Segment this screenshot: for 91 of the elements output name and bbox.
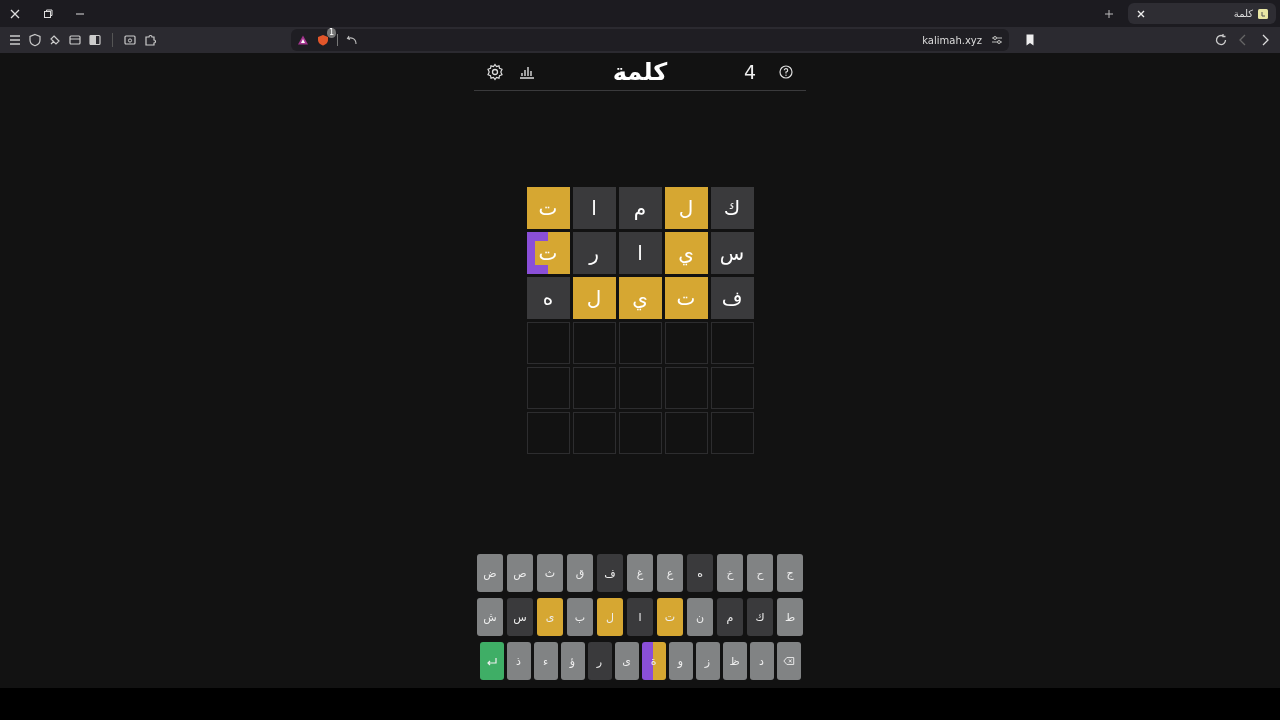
letter-key[interactable]: ب — [566, 598, 594, 636]
letter-key[interactable]: ث — [536, 554, 564, 592]
empty-tile — [664, 412, 708, 454]
letter-tile: ا — [572, 187, 616, 229]
screenshot-icon[interactable] — [123, 33, 137, 47]
letter-tile: ا — [618, 232, 662, 274]
address-bar[interactable]: 1 kalimah.xyz — [291, 29, 1009, 51]
letter-tile: ت — [664, 277, 708, 319]
backspace-icon — [782, 655, 795, 667]
letter-key[interactable]: ن — [686, 598, 714, 636]
letter-tile: ي — [664, 232, 708, 274]
letter-tile: ي — [618, 277, 662, 319]
letter-tile: س — [710, 232, 754, 274]
url-text: kalimah.xyz — [922, 34, 982, 46]
empty-tile — [710, 367, 754, 409]
shield-icon[interactable] — [28, 33, 42, 47]
letter-key[interactable]: خ — [716, 554, 744, 592]
letter-key[interactable]: ة — [641, 642, 666, 680]
letter-tile: ت — [526, 187, 570, 229]
empty-tile — [572, 412, 616, 454]
undo-icon[interactable] — [346, 34, 358, 46]
letter-tile: ه — [526, 277, 570, 319]
menu-icon[interactable] — [8, 33, 22, 47]
letter-tile: ل — [664, 187, 708, 229]
new-tab-icon[interactable] — [1104, 8, 1114, 19]
letter-key[interactable]: د — [749, 642, 774, 680]
letter-key[interactable]: ا — [626, 598, 654, 636]
empty-tile — [618, 412, 662, 454]
letter-key[interactable]: ش — [476, 598, 504, 636]
letter-tile: م — [618, 187, 662, 229]
letter-key[interactable]: ى — [614, 642, 639, 680]
restore-icon[interactable] — [43, 8, 53, 19]
letter-key[interactable]: ظ — [722, 642, 747, 680]
empty-tile — [618, 367, 662, 409]
close-icon[interactable] — [9, 7, 21, 20]
enter-key[interactable] — [479, 642, 504, 680]
help-icon[interactable] — [778, 63, 794, 80]
letter-key[interactable]: س — [506, 598, 534, 636]
empty-tile — [572, 367, 616, 409]
letter-key[interactable]: ص — [506, 554, 534, 592]
empty-tile — [572, 322, 616, 364]
count-badge: 1 — [326, 28, 336, 38]
letter-tile: ك — [710, 187, 754, 229]
triangle-icon[interactable] — [297, 34, 309, 46]
letter-key[interactable]: و — [668, 642, 693, 680]
empty-tile — [710, 322, 754, 364]
letter-key[interactable]: ز — [695, 642, 720, 680]
letter-key[interactable]: ح — [746, 554, 774, 592]
sidebar-icon[interactable] — [88, 33, 102, 47]
letter-key[interactable]: ط — [776, 598, 804, 636]
streak-count: 4 — [743, 60, 756, 83]
empty-tile — [526, 367, 570, 409]
letter-key[interactable]: ف — [596, 554, 624, 592]
letter-key[interactable]: ك — [746, 598, 774, 636]
letter-key[interactable]: ر — [587, 642, 612, 680]
window-icon[interactable] — [68, 33, 82, 47]
letter-tile: ف — [710, 277, 754, 319]
empty-tile — [526, 322, 570, 364]
reload-icon[interactable] — [1214, 33, 1228, 47]
letter-key[interactable]: ذ — [506, 642, 531, 680]
letter-key[interactable]: ت — [656, 598, 684, 636]
close-icon[interactable] — [1136, 8, 1146, 19]
letter-key[interactable]: ء — [533, 642, 558, 680]
letter-key[interactable]: ق — [566, 554, 594, 592]
tab-title: كلمة — [1233, 8, 1253, 19]
game-title: كلمة — [612, 57, 668, 86]
letter-key[interactable]: ل — [596, 598, 624, 636]
letter-key[interactable]: غ — [626, 554, 654, 592]
settings-icon[interactable] — [486, 62, 504, 81]
letter-key[interactable]: ؤ — [560, 642, 585, 680]
empty-tile — [710, 412, 754, 454]
backspace-key[interactable] — [776, 642, 801, 680]
letter-key[interactable]: ج — [776, 554, 804, 592]
letter-key[interactable]: ى — [536, 598, 564, 636]
letter-tile: ل — [572, 277, 616, 319]
favicon-icon — [1258, 8, 1268, 19]
empty-tile — [526, 412, 570, 454]
letter-tile: ت — [526, 232, 570, 274]
empty-tile — [664, 322, 708, 364]
letter-tile: ر — [572, 232, 616, 274]
letter-key[interactable]: ض — [476, 554, 504, 592]
letter-key[interactable]: م — [716, 598, 744, 636]
bookmark-icon[interactable] — [1023, 33, 1037, 47]
sliders-icon[interactable] — [991, 34, 1003, 46]
letter-key[interactable]: ه — [686, 554, 714, 592]
empty-tile — [618, 322, 662, 364]
empty-tile — [664, 367, 708, 409]
extension-icon[interactable] — [143, 33, 157, 47]
letter-key[interactable]: ع — [656, 554, 684, 592]
enter-icon — [485, 655, 498, 667]
browser-tab[interactable]: كلمة — [1128, 3, 1276, 24]
